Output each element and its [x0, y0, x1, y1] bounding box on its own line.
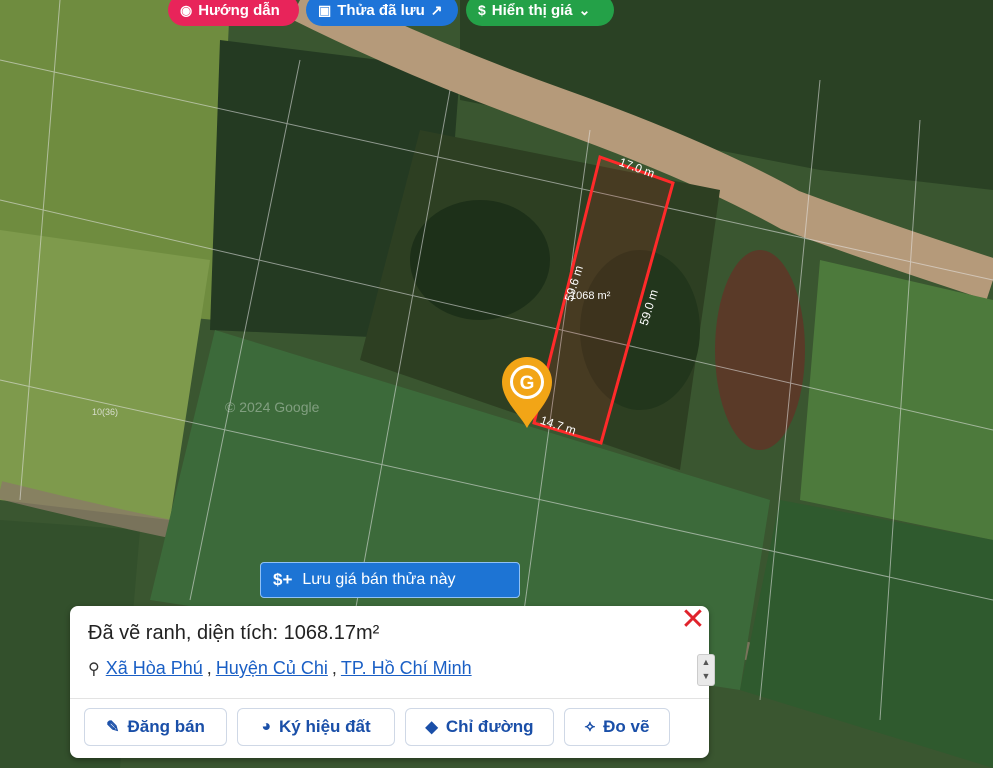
commune-link[interactable]: Xã Hòa Phú [106, 658, 203, 679]
measure-label: Đo vẽ [603, 717, 650, 736]
save-price-label: Lưu giá bán thửa này [302, 571, 456, 588]
edit-document-icon: ✎ [106, 719, 120, 736]
city-link[interactable]: TP. Hồ Chí Minh [341, 658, 472, 679]
address-separator: , [331, 658, 337, 678]
bookmark-icon: ▣ [318, 2, 332, 18]
parcel-address: ⚲ Xã Hòa Phú, Huyện Củ Chi, TP. Hồ Chí M… [88, 658, 472, 679]
dollar-plus-icon: $+ [273, 570, 293, 589]
parcel-area-title: Đã vẽ ranh, diện tích: 1068.17m² [88, 622, 380, 644]
district-link[interactable]: Huyện Củ Chi [216, 658, 328, 679]
land-symbol-label: Ký hiệu đất [279, 717, 371, 736]
post-for-sale-label: Đăng bán [127, 717, 205, 736]
external-arrow-icon: ↗ [430, 2, 443, 18]
card-divider [70, 698, 709, 699]
dollar-icon: $ [478, 2, 486, 18]
close-icon[interactable]: ✕ [679, 605, 707, 635]
marker-letter: G [520, 373, 535, 394]
guide-button-label: Hướng dẫn [198, 1, 280, 19]
measure-button[interactable]: ⟡ Đo vẽ [564, 708, 670, 746]
target-icon: ◉ [180, 2, 193, 18]
show-price-label: Hiển thị giá [491, 1, 573, 19]
scroll-stepper[interactable]: ▲ ▼ [697, 654, 715, 686]
map-watermark: © 2024 Google [225, 399, 320, 415]
address-separator: , [206, 658, 212, 678]
post-for-sale-button[interactable]: ✎ Đăng bán [84, 708, 227, 746]
location-pin-icon: ⚲ [88, 660, 100, 678]
saved-parcels-label: Thửa đã lưu [337, 1, 425, 19]
land-symbol-button[interactable]: ◕ Ký hiệu đất [237, 708, 395, 746]
directions-button[interactable]: ◆ Chỉ đường [405, 708, 554, 746]
guide-button[interactable]: ◉ Hướng dẫn [168, 0, 299, 26]
palette-icon: ◕ [261, 718, 272, 735]
directions-label: Chỉ đường [445, 717, 534, 736]
chevron-down-icon: ⌄ [578, 2, 591, 18]
show-price-button[interactable]: $ Hiển thị giá ⌄ [466, 0, 614, 26]
parcel-info-card: Đã vẽ ranh, diện tích: 1068.17m² ✕ ⚲ Xã … [70, 605, 715, 758]
save-price-button[interactable]: $+ Lưu giá bán thửa này [260, 562, 520, 598]
directions-icon: ◆ [425, 719, 438, 736]
parcel-area-label: 1068 m² [570, 290, 611, 302]
saved-parcels-button[interactable]: ▣ Thửa đã lưu ↗ [306, 0, 458, 26]
measure-icon: ⟡ [584, 718, 596, 735]
parcel-id-label: 10(36) [92, 407, 118, 417]
